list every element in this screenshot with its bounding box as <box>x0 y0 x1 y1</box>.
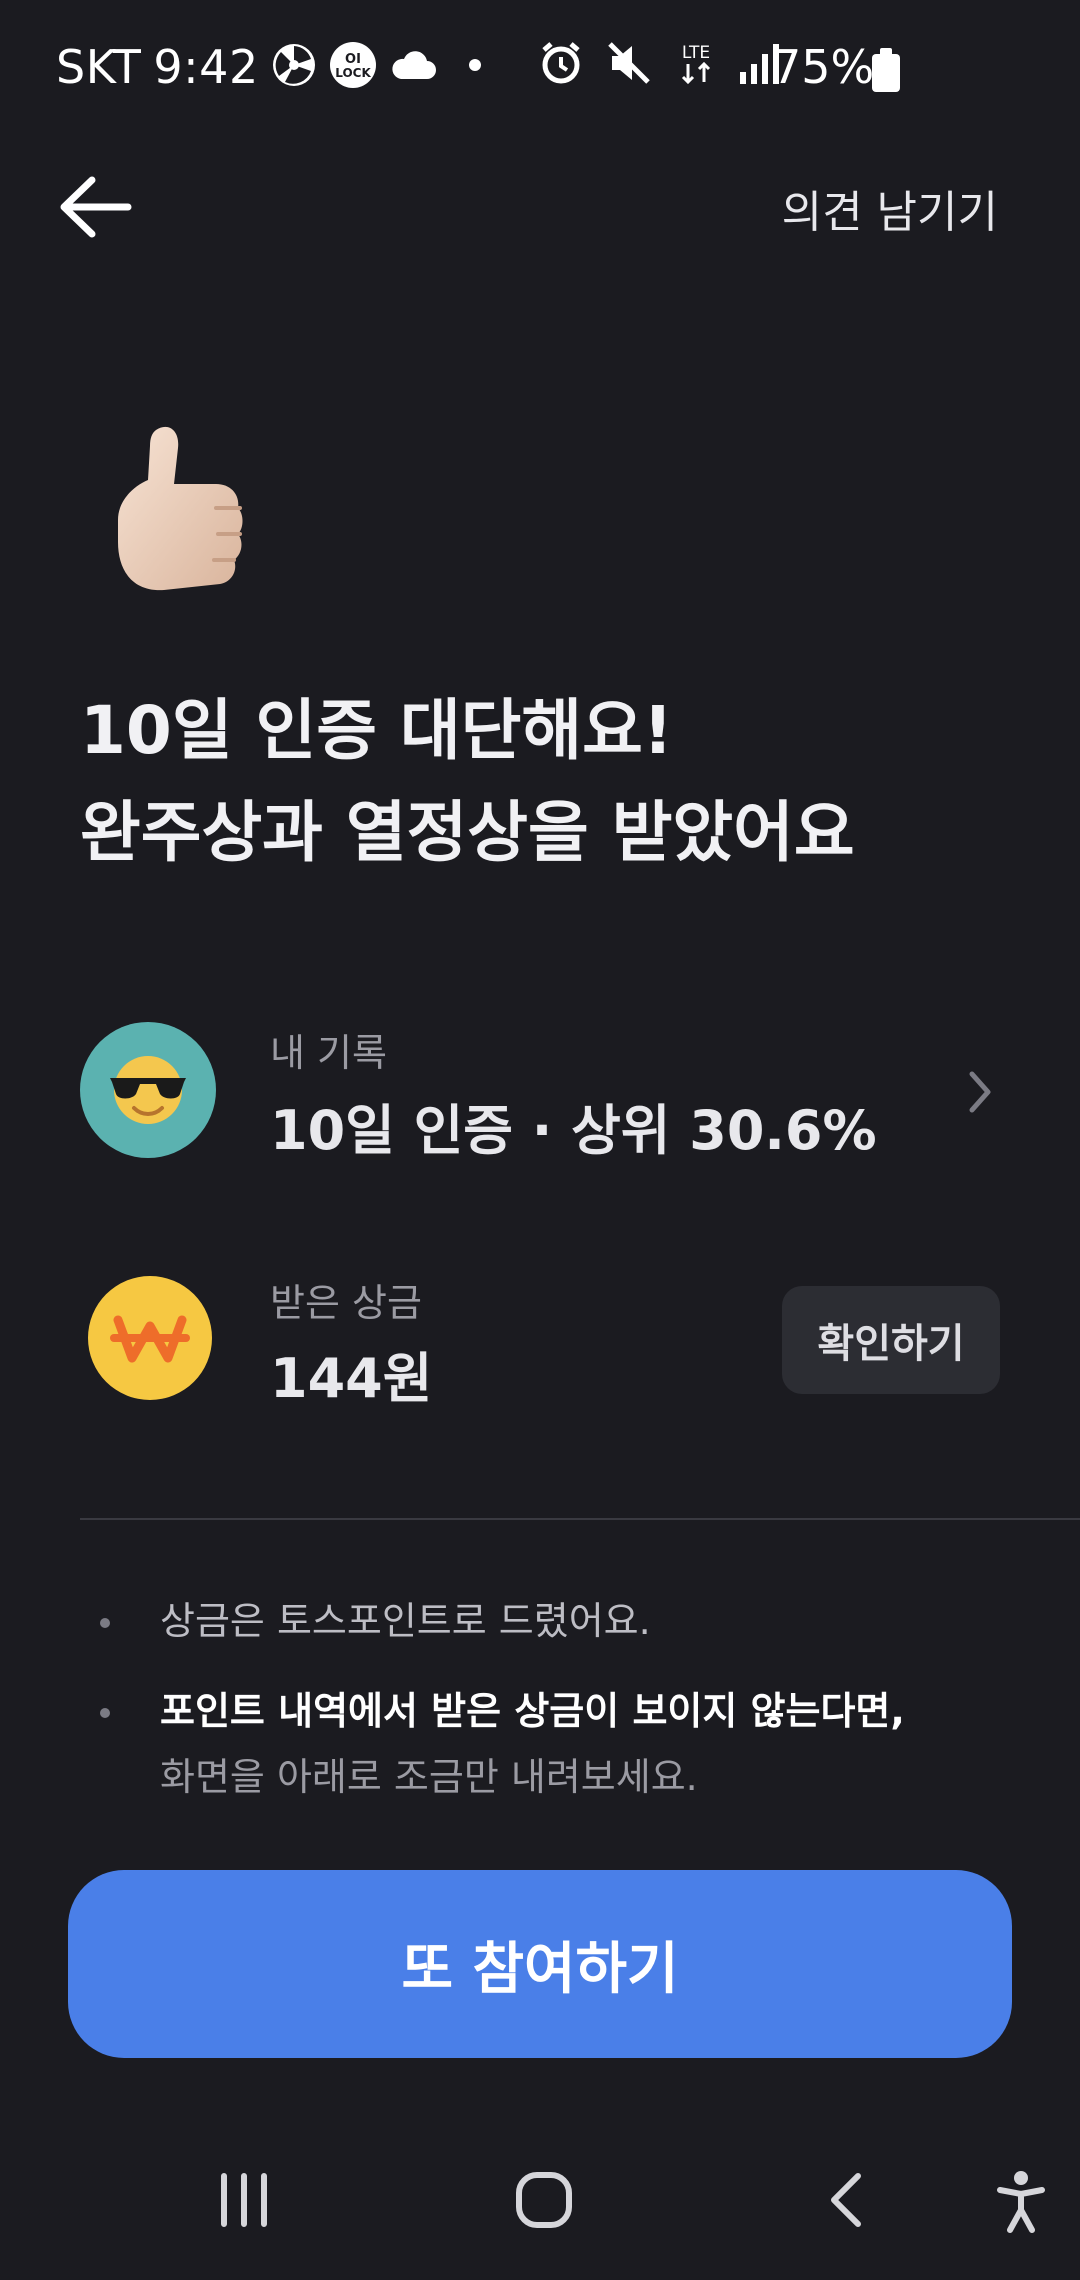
lock-app-icon: OI LOCK <box>329 41 377 93</box>
back-icon[interactable] <box>824 2170 868 2234</box>
lte-icon: LTE <box>674 40 718 90</box>
my-record-value: 10일 인증 · 상위 30.6% <box>270 1099 877 1162</box>
note-item: 상금은 토스포인트로 드렸어요. <box>96 1588 996 1654</box>
status-bar: SKT 9:42 OI LOCK LTE 75% <box>0 0 1080 140</box>
prize-value: 144원 <box>270 1347 433 1410</box>
feedback-link[interactable]: 의견 남기기 <box>782 176 998 240</box>
confirm-button[interactable]: 확인하기 <box>782 1286 1000 1394</box>
carrier-label: SKT <box>56 40 142 94</box>
system-nav-bar <box>0 2140 1080 2280</box>
back-button[interactable] <box>58 174 132 240</box>
notes-list: 상금은 토스포인트로 드렸어요. 포인트 내역에서 받은 상금이 보이지 않는다… <box>96 1588 996 1834</box>
home-icon[interactable] <box>514 2170 574 2234</box>
cloud-icon <box>389 49 437 85</box>
prize-label: 받은 상금 <box>270 1281 422 1325</box>
status-left: SKT 9:42 OI LOCK <box>56 40 483 94</box>
svg-text:OI: OI <box>345 52 361 67</box>
prize-row: 받은 상금 144원 확인하기 <box>80 1276 1000 1410</box>
bullet-icon <box>100 1708 110 1718</box>
headline: 10일 인증 대단해요! 완주상과 열정상을 받았어요 <box>80 680 855 884</box>
note-text: 상금은 토스포인트로 드렸어요. <box>160 1599 651 1643</box>
my-record-row[interactable]: 내 기록 10일 인증 · 상위 30.6% <box>80 1022 1000 1162</box>
clock-label: 9:42 <box>153 40 259 94</box>
alarm-icon <box>538 40 584 90</box>
arrow-left-icon <box>60 176 132 238</box>
sunglasses-face-icon <box>80 1022 216 1158</box>
battery-percent: 75% <box>772 40 875 94</box>
chevron-right-icon <box>960 1062 1000 1122</box>
screen: SKT 9:42 OI LOCK LTE 75% 의견 남기기 10일 인증 대… <box>0 0 1080 2280</box>
headline-line-1: 10일 인증 대단해요! <box>80 692 673 769</box>
thumbs-up-icon <box>104 420 264 604</box>
sphere-icon <box>271 42 317 92</box>
won-coin-icon <box>88 1276 212 1400</box>
bullet-icon <box>100 1618 110 1628</box>
mute-icon <box>606 40 652 90</box>
my-record-label: 내 기록 <box>270 1031 387 1075</box>
note-text-sub: 화면을 아래로 조금만 내려보세요. <box>160 1755 698 1799</box>
dot-icon <box>467 57 483 77</box>
svg-text:LTE: LTE <box>682 43 710 63</box>
battery-icon <box>872 48 900 92</box>
note-item: 포인트 내역에서 받은 상금이 보이지 않는다면, 화면을 아래로 조금만 내려… <box>96 1678 996 1810</box>
divider <box>80 1518 1080 1520</box>
recent-apps-icon[interactable] <box>216 2170 272 2234</box>
note-text-strong: 포인트 내역에서 받은 상금이 보이지 않는다면, <box>160 1689 905 1733</box>
accessibility-icon[interactable] <box>996 2170 1046 2238</box>
headline-line-2: 완주상과 열정상을 받았어요 <box>80 794 855 871</box>
status-right: LTE <box>538 40 780 90</box>
svg-text:LOCK: LOCK <box>335 66 371 80</box>
participate-again-button[interactable]: 또 참여하기 <box>68 1870 1012 2058</box>
